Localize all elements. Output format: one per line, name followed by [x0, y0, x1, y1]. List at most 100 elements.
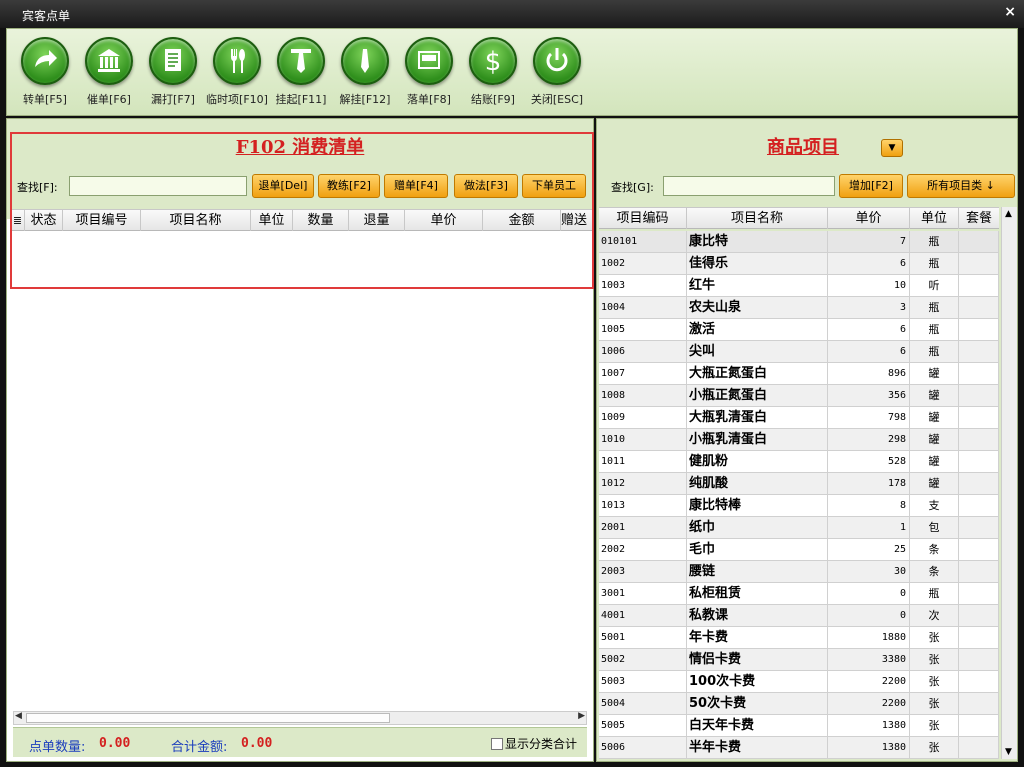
col-unit[interactable]: 单位 — [910, 208, 959, 229]
place-order-button[interactable]: 落单[F8] — [397, 37, 461, 107]
products-find-label: 查找[G]: — [611, 181, 654, 194]
table-row[interactable]: 1013 康比特棒 8 支 — [599, 495, 999, 517]
category-dropdown[interactable]: 所有项目类 ↓ — [907, 174, 1015, 198]
cell-package — [959, 231, 999, 252]
table-row[interactable]: 5003 100次卡费 2200 张 — [599, 671, 999, 693]
cell-unit: 支 — [910, 495, 959, 516]
col-price[interactable]: 单价 — [828, 208, 910, 229]
cell-name: 毛巾 — [687, 539, 828, 560]
close-button[interactable]: 关闭[ESC] — [525, 37, 589, 107]
fork-spoon-icon — [213, 37, 261, 85]
cell-name: 尖叫 — [687, 341, 828, 362]
cell-package — [959, 297, 999, 318]
table-row[interactable]: 1010 小瓶乳清蛋白 298 罐 — [599, 429, 999, 451]
cell-price: 6 — [828, 253, 910, 274]
cell-name: 佳得乐 — [687, 253, 828, 274]
cell-code: 010101 — [599, 231, 687, 252]
transfer-button[interactable]: 转单[F5] — [13, 37, 77, 107]
cell-unit: 瓶 — [910, 583, 959, 604]
cell-code: 3001 — [599, 583, 687, 604]
scroll-thumb[interactable] — [26, 713, 390, 723]
chevron-down-icon[interactable]: ▼ — [881, 139, 903, 157]
scroll-left-icon[interactable]: ◀ — [15, 711, 22, 721]
missed-print-button[interactable]: 漏打[F7] — [141, 37, 205, 107]
cell-package — [959, 693, 999, 714]
col-code[interactable]: 项目编码 — [599, 208, 687, 229]
add-item-button[interactable]: 增加[F2] — [839, 174, 903, 198]
cell-unit: 次 — [910, 605, 959, 626]
cell-package — [959, 517, 999, 538]
cell-code: 5002 — [599, 649, 687, 670]
cell-price: 2200 — [828, 671, 910, 692]
table-row[interactable]: 5001 年卡费 1880 张 — [599, 627, 999, 649]
table-row[interactable]: 2002 毛巾 25 条 — [599, 539, 999, 561]
table-row[interactable]: 5004 50次卡费 2200 张 — [599, 693, 999, 715]
cell-price: 0 — [828, 605, 910, 626]
table-row[interactable]: 1011 健肌粉 528 罐 — [599, 451, 999, 473]
cell-price: 1380 — [828, 737, 910, 758]
scroll-right-icon[interactable]: ▶ — [578, 711, 585, 721]
checkout-button[interactable]: $ 结账[F9] — [461, 37, 525, 107]
document-icon — [149, 37, 197, 85]
suspend-button[interactable]: 挂起[F11] — [269, 37, 333, 107]
vertical-scrollbar[interactable]: ▲ ▼ — [1001, 207, 1017, 759]
bank-icon — [85, 37, 133, 85]
table-row[interactable]: 1005 激活 6 瓶 — [599, 319, 999, 341]
temp-item-button[interactable]: 临时项[F10] — [205, 37, 269, 107]
table-row[interactable]: 1012 纯肌酸 178 罐 — [599, 473, 999, 495]
cell-unit: 张 — [910, 671, 959, 692]
cell-name: 私柜租赁 — [687, 583, 828, 604]
urge-button[interactable]: 催单[F6] — [77, 37, 141, 107]
col-package[interactable]: 套餐 — [959, 208, 999, 229]
cell-price: 1380 — [828, 715, 910, 736]
cell-package — [959, 385, 999, 406]
col-name[interactable]: 项目名称 — [687, 208, 828, 229]
cell-unit: 瓶 — [910, 341, 959, 362]
cell-price: 6 — [828, 341, 910, 362]
cell-unit: 罐 — [910, 385, 959, 406]
cell-name: 小瓶正氮蛋白 — [687, 385, 828, 406]
products-grid: 010101 康比特 7 瓶 1002 佳得乐 6 瓶 1003 红牛 10 听 1004 农夫山泉 3 瓶 1… — [599, 231, 999, 759]
order-total-value: 0.00 — [241, 736, 273, 751]
table-row[interactable]: 3001 私柜租赁 0 瓶 — [599, 583, 999, 605]
cell-package — [959, 671, 999, 692]
cell-code: 2001 — [599, 517, 687, 538]
unsuspend-button[interactable]: 解挂[F12] — [333, 37, 397, 107]
table-row[interactable]: 1008 小瓶正氮蛋白 356 罐 — [599, 385, 999, 407]
cell-name: 纯肌酸 — [687, 473, 828, 494]
cell-unit: 包 — [910, 517, 959, 538]
table-row[interactable]: 4001 私教课 0 次 — [599, 605, 999, 627]
cell-code: 1007 — [599, 363, 687, 384]
cell-price: 528 — [828, 451, 910, 472]
table-row[interactable]: 2003 腰链 30 条 — [599, 561, 999, 583]
table-row[interactable]: 5006 半年卡费 1380 张 — [599, 737, 999, 759]
table-row[interactable]: 010101 康比特 7 瓶 — [599, 231, 999, 253]
table-row[interactable]: 1003 红牛 10 听 — [599, 275, 999, 297]
scroll-up-icon[interactable]: ▲ — [1005, 209, 1012, 219]
table-row[interactable]: 5002 情侣卡费 3380 张 — [599, 649, 999, 671]
products-grid-header: 项目编码 项目名称 单价 单位 套餐 — [599, 207, 999, 229]
table-row[interactable]: 1006 尖叫 6 瓶 — [599, 341, 999, 363]
table-row[interactable]: 5005 白天年卡费 1380 张 — [599, 715, 999, 737]
table-row[interactable]: 1004 农夫山泉 3 瓶 — [599, 297, 999, 319]
close-label: 关闭[ESC] — [530, 93, 584, 106]
table-row[interactable]: 1002 佳得乐 6 瓶 — [599, 253, 999, 275]
cell-name: 情侣卡费 — [687, 649, 828, 670]
cell-price: 3 — [828, 297, 910, 318]
products-search-input[interactable] — [663, 176, 835, 196]
table-row[interactable]: 1007 大瓶正氮蛋白 896 罐 — [599, 363, 999, 385]
cell-package — [959, 539, 999, 560]
table-row[interactable]: 1009 大瓶乳清蛋白 798 罐 — [599, 407, 999, 429]
cell-package — [959, 605, 999, 626]
scroll-down-icon[interactable]: ▼ — [1005, 747, 1012, 757]
cell-package — [959, 275, 999, 296]
cell-name: 康比特棒 — [687, 495, 828, 516]
cell-package — [959, 649, 999, 670]
checkbox-box[interactable] — [491, 738, 503, 750]
table-row[interactable]: 2001 纸巾 1 包 — [599, 517, 999, 539]
horizontal-scrollbar[interactable]: ◀ ▶ — [13, 711, 587, 725]
close-icon[interactable]: × — [1004, 4, 1016, 20]
cell-package — [959, 715, 999, 736]
cell-name: 私教课 — [687, 605, 828, 626]
category-subtotal-checkbox[interactable]: 显示分类合计 — [491, 735, 577, 752]
